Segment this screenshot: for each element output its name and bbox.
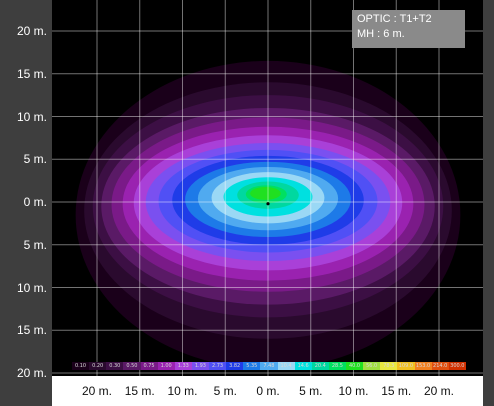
y-axis-labels: 20 m. 15 m. 10 m. 5 m. 0 m. 5 m. 10 m. 15 m. 20 … xyxy=(0,0,52,380)
optic-label: OPTIC : T1+T2 xyxy=(357,13,432,25)
x-tick-label: 10 m. xyxy=(167,384,198,398)
legend-swatch: 0.30 xyxy=(106,362,124,370)
isolux-heatmap xyxy=(52,0,483,376)
legend-swatch: 14.6 xyxy=(294,362,312,370)
y-tick-label: 15 m. xyxy=(16,66,47,81)
legend-swatch: 2.73 xyxy=(209,362,227,370)
x-tick-label: 15 m. xyxy=(124,384,155,398)
legend-swatch: 7.48 xyxy=(260,362,278,370)
plot-area xyxy=(52,0,483,376)
legend-swatch: 109.0 xyxy=(397,362,415,370)
legend-swatch: 1.33 xyxy=(174,362,192,370)
mounting-height-label: MH : 6 m. xyxy=(357,28,405,40)
y-tick-label: 20 m. xyxy=(16,24,47,38)
legend-swatch: 20.4 xyxy=(311,362,329,370)
y-tick-label: 10 m. xyxy=(16,280,47,295)
x-tick-label: 15 m. xyxy=(381,384,412,398)
x-tick-label: 0 m. xyxy=(256,384,280,398)
y-tick-label: 20 m. xyxy=(16,366,47,380)
y-tick-label: 10 m. xyxy=(16,109,47,124)
legend-swatch: 78.3 xyxy=(380,362,398,370)
y-tick-label: 15 m. xyxy=(16,323,47,338)
right-edge-strip xyxy=(483,0,494,406)
legend-swatch: 153.0 xyxy=(414,362,432,370)
info-box: OPTIC : T1+T2 MH : 6 m. xyxy=(352,10,465,48)
legend-swatch: 0.20 xyxy=(89,362,107,370)
legend-swatch: 0.75 xyxy=(140,362,158,370)
x-axis-labels: 20 m. 15 m. 10 m. 5 m. 0 m. 5 m. 10 m. 15 m. 20 … xyxy=(52,376,483,406)
y-tick-label: 5 m. xyxy=(23,152,47,167)
x-tick-label: 20 m. xyxy=(81,384,113,398)
legend-swatch: 214.0 xyxy=(431,362,449,370)
luminaire-position-marker xyxy=(266,202,270,206)
legend-swatch: 0.50 xyxy=(123,362,141,370)
legend-swatch: 5.35 xyxy=(243,362,261,370)
legend-swatch: 1.00 xyxy=(157,362,175,370)
legend-swatch: 40.0 xyxy=(346,362,364,370)
contour-band-16 xyxy=(250,187,281,200)
legend-swatch: 1.93 xyxy=(191,362,209,370)
legend-swatch: 0.10 xyxy=(72,362,90,370)
legend-swatch: 300.0 xyxy=(448,362,466,370)
x-tick-label: 5 m. xyxy=(213,384,237,398)
legend-swatch: 28.5 xyxy=(328,362,346,370)
color-legend: 0.10 0.20 0.30 0.50 0.75 1.00 1.33 1.93 2.73 3.82… xyxy=(72,362,466,370)
legend-swatch: 3.82 xyxy=(226,362,244,370)
y-tick-label: 5 m. xyxy=(23,237,47,252)
y-tick-label: 0 m. xyxy=(23,195,47,209)
legend-swatch: 56.0 xyxy=(363,362,381,370)
x-tick-label: 20 m. xyxy=(423,384,455,398)
x-tick-label: 10 m. xyxy=(338,384,369,398)
legend-swatch: 10.4 xyxy=(277,362,295,370)
x-tick-label: 5 m. xyxy=(299,384,323,398)
